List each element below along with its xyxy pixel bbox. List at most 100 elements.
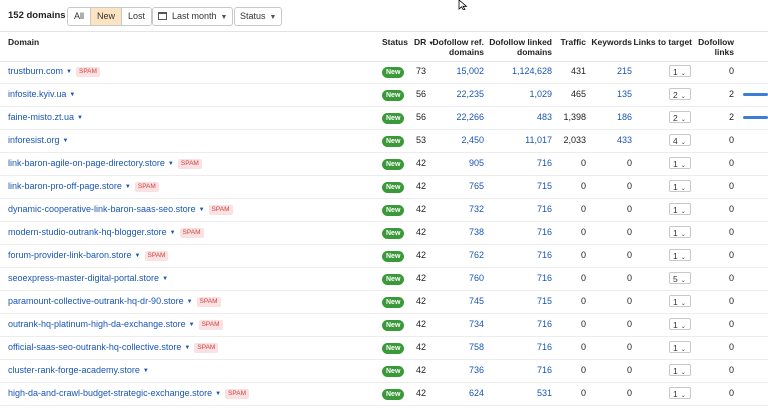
dofollow-links-value: 2 [728,89,734,99]
caret-down-icon[interactable]: ▼ [184,345,190,351]
col-traffic[interactable]: Traffic [540,37,586,47]
dofollow-ref-domains[interactable]: 760 [440,267,484,290]
domain-link[interactable]: forum-provider-link-baron.store ▼ SPAM [8,244,169,268]
dofollow-ref-domains[interactable]: 2,450 [440,129,484,152]
dofollow-linked-domains[interactable]: 531 [496,382,552,405]
dofollow-linked-domains[interactable]: 483 [496,106,552,129]
dofollow-ref-domains[interactable]: 736 [440,359,484,382]
domain-link[interactable]: high-da-and-crawl-budget-strategic-excha… [8,382,250,406]
links-to-target-select[interactable]: 4 ⌄ [669,134,691,146]
links-to-target-select[interactable]: 2 ⌄ [669,88,691,100]
links-to-target-value: 1 [673,366,678,376]
dofollow-ref-domains[interactable]: 624 [440,382,484,405]
caret-down-icon[interactable]: ▼ [77,115,83,121]
domain-link[interactable]: dynamic-cooperative-link-baron-saas-seo.… [8,198,233,222]
dofollow-ref-domains[interactable]: 765 [440,175,484,198]
links-to-target-select[interactable]: 2 ⌄ [669,111,691,123]
domain-link[interactable]: seoexpress-master-digital-portal.store ▼ [8,267,168,291]
dofollow-linked-domains[interactable]: 1,029 [496,83,552,106]
keywords-value[interactable]: 215 [596,60,632,83]
links-to-target-select[interactable]: 1 ⌄ [669,226,691,238]
col-domain[interactable]: Domain [8,37,39,47]
links-to-target-select[interactable]: 1 ⌄ [669,295,691,307]
dr-value: 42 [415,181,426,191]
caret-down-icon[interactable]: ▼ [215,391,221,397]
domain-link[interactable]: paramount-collective-outrank-hq-dr-90.st… [8,290,221,314]
links-to-target-select[interactable]: 1 ⌄ [669,249,691,261]
dofollow-linked-domains[interactable]: 716 [496,152,552,175]
links-to-target-select[interactable]: 1 ⌄ [669,157,691,169]
domain-link[interactable]: modern-studio-outrank-hq-blogger.store ▼ S… [8,221,204,245]
caret-down-icon[interactable]: ▼ [69,92,75,98]
dofollow-ref-domains[interactable]: 762 [440,244,484,267]
domain-link[interactable]: trustburn.com ▼ SPAM [8,60,100,84]
chevron-down-icon: ⌄ [680,163,686,169]
domain-link[interactable]: inforesist.org ▼ [8,129,68,153]
caret-down-icon[interactable]: ▼ [187,299,193,305]
links-to-target-select[interactable]: 5 ⌄ [669,272,691,284]
status-dropdown[interactable]: Status ▼ [234,7,283,26]
links-to-target-select[interactable]: 1 ⌄ [669,364,691,376]
dofollow-linked-domains[interactable]: 715 [496,290,552,313]
caret-down-icon[interactable]: ▼ [125,184,131,190]
domain-link[interactable]: cluster-rank-forge-academy.store ▼ [8,359,149,383]
col-links-to-target[interactable]: Links to target [630,37,692,47]
col-dofollow-links[interactable]: Dofollow links [696,37,734,57]
dofollow-linked-domains[interactable]: 716 [496,313,552,336]
keywords-value[interactable]: 433 [596,129,632,152]
dofollow-ref-domains[interactable]: 734 [440,313,484,336]
dofollow-ref-domains[interactable]: 22,266 [440,106,484,129]
dofollow-ref-domains[interactable]: 22,235 [440,83,484,106]
links-to-target-select[interactable]: 1 ⌄ [669,203,691,215]
col-dofollow-ref[interactable]: Dofollow ref. domains [424,37,484,57]
keywords-value[interactable]: 135 [596,83,632,106]
calendar-icon [158,12,167,20]
filter-new-button[interactable]: New [91,8,123,25]
filter-lost-button[interactable]: Lost [122,8,152,25]
links-to-target-select[interactable]: 1 ⌄ [669,341,691,353]
dofollow-linked-domains[interactable]: 716 [496,198,552,221]
keywords-value[interactable]: 186 [596,106,632,129]
dofollow-linked-domains[interactable]: 11,017 [496,129,552,152]
dofollow-linked-domains[interactable]: 716 [496,336,552,359]
domain-link[interactable]: official-saas-seo-outrank-hq-collective.… [8,336,219,360]
domain-link[interactable]: link-baron-pro-off-page.store ▼ SPAM [8,175,159,199]
caret-down-icon[interactable]: ▼ [143,368,149,374]
chevron-down-icon: ⌄ [680,209,686,215]
caret-down-icon[interactable]: ▼ [162,276,168,282]
caret-down-icon[interactable]: ▼ [189,322,195,328]
dofollow-linked-domains[interactable]: 716 [496,267,552,290]
links-to-target-select[interactable]: 1 ⌄ [669,65,691,77]
chevron-down-icon: ⌄ [680,117,686,123]
dofollow-linked-domains[interactable]: 1,124,628 [496,60,552,83]
filter-all-button[interactable]: All [68,8,92,25]
dofollow-linked-domains[interactable]: 715 [496,175,552,198]
dofollow-ref-domains[interactable]: 905 [440,152,484,175]
dofollow-ref-domains[interactable]: 758 [440,336,484,359]
caret-down-icon[interactable]: ▼ [135,253,141,259]
dofollow-ref-domains[interactable]: 15,002 [440,60,484,83]
dofollow-linked-domains[interactable]: 716 [496,221,552,244]
dofollow-ref-domains[interactable]: 738 [440,221,484,244]
col-status[interactable]: Status [382,37,408,47]
domain-link[interactable]: link-baron-agile-on-page-directory.store… [8,152,202,176]
dofollow-ref-domains[interactable]: 732 [440,198,484,221]
domain-link[interactable]: outrank-hq-platinum-high-da-exchange.sto… [8,313,223,337]
caret-down-icon[interactable]: ▼ [168,161,174,167]
col-keywords[interactable]: Keywords [586,37,632,47]
caret-down-icon[interactable]: ▼ [170,230,176,236]
caret-down-icon[interactable]: ▼ [199,207,205,213]
domain-link[interactable]: faine-misto.zt.ua ▼ [8,106,83,130]
status-cell: New [382,89,405,101]
period-dropdown[interactable]: Last month ▼ [152,7,234,26]
links-to-target-select[interactable]: 1 ⌄ [669,318,691,330]
links-to-target-select[interactable]: 1 ⌄ [669,180,691,192]
links-to-target-select[interactable]: 1 ⌄ [669,387,691,399]
caret-down-icon[interactable]: ▼ [63,138,69,144]
caret-down-icon[interactable]: ▼ [66,69,72,75]
chevron-down-icon: ⌄ [680,140,686,146]
domain-link[interactable]: infosite.kyiv.ua ▼ [8,83,75,107]
dofollow-linked-domains[interactable]: 716 [496,359,552,382]
dofollow-linked-domains[interactable]: 716 [496,244,552,267]
dofollow-ref-domains[interactable]: 745 [440,290,484,313]
